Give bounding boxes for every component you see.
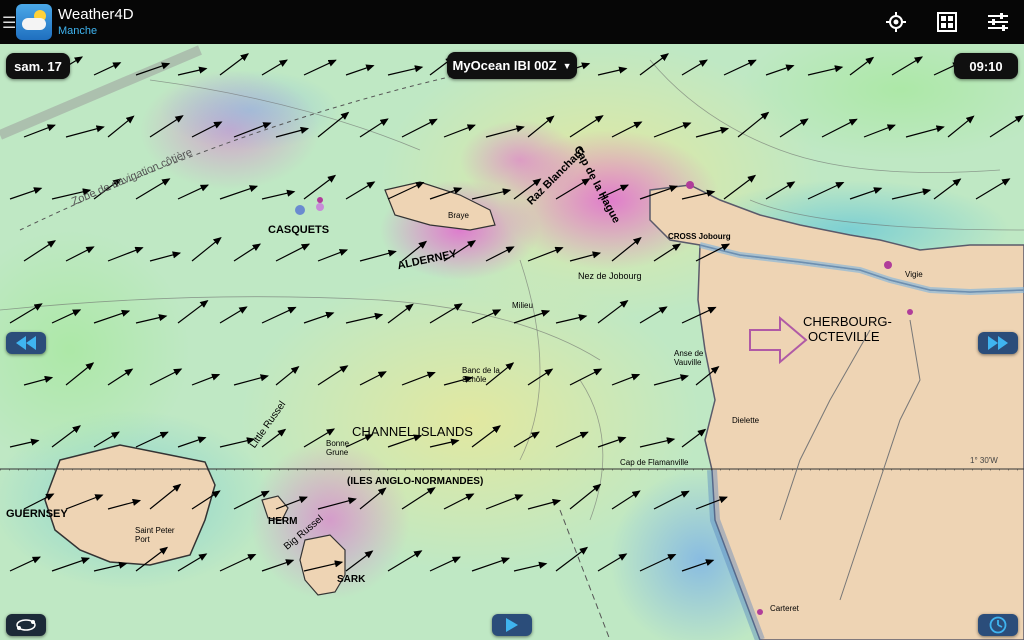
time-selector[interactable]: 09:10 xyxy=(954,53,1018,79)
date-label: sam. 17 xyxy=(14,58,62,74)
label-bonne-grune: Bonne Grune xyxy=(326,439,350,457)
fast-forward-button[interactable] xyxy=(978,332,1018,354)
settings-icon[interactable] xyxy=(986,10,1010,34)
label-iles-anglo: (ILES ANGLO-NORMANDES) xyxy=(347,476,484,487)
label-guernsey: GUERNSEY xyxy=(6,508,68,520)
app-logo[interactable] xyxy=(16,4,52,40)
label-longitude: 1° 30'W xyxy=(970,456,998,465)
rewind-button[interactable] xyxy=(6,332,46,354)
app-title: Weather4D xyxy=(58,6,134,23)
label-sark: SARK xyxy=(337,574,366,585)
time-label: 09:10 xyxy=(969,58,1003,74)
label-casquets: CASQUETS xyxy=(268,224,330,236)
label-cross-jobourg: CROSS Jobourg xyxy=(668,232,731,241)
play-button[interactable] xyxy=(492,614,532,636)
label-braye: Braye xyxy=(448,211,469,220)
label-carteret: Carteret xyxy=(770,604,799,613)
label-cherbourg-2: OCTEVILLE xyxy=(808,329,880,344)
fast-forward-icon xyxy=(988,336,1008,350)
route-icon xyxy=(16,619,36,631)
rewind-icon xyxy=(16,336,36,350)
clock-button[interactable] xyxy=(978,614,1018,636)
label-channel-islands: CHANNEL ISLANDS xyxy=(352,424,473,439)
route-button[interactable] xyxy=(6,614,46,636)
label-cap-flamanville: Cap de Flamanville xyxy=(620,458,689,467)
app-subtitle[interactable]: Manche xyxy=(58,25,97,37)
cloud-icon xyxy=(22,18,46,30)
menu-icon[interactable]: ☰ xyxy=(2,13,16,33)
label-milieu: Milieu xyxy=(512,301,533,310)
label-vigie: Vigie xyxy=(905,270,923,279)
label-dielette: Dielette xyxy=(732,416,760,425)
grid-icon[interactable] xyxy=(935,10,959,34)
chart-map[interactable]: CASQUETS ALDERNEY Braye Raz Blanchard Ca… xyxy=(0,44,1024,640)
date-selector[interactable]: sam. 17 xyxy=(6,53,70,79)
label-herm: HERM xyxy=(268,516,298,527)
locate-icon[interactable] xyxy=(884,10,908,34)
play-icon xyxy=(506,618,518,632)
label-anse-vauville: Anse de Vauville xyxy=(674,349,704,367)
clock-icon xyxy=(989,616,1007,634)
label-nez-jobourg: Nez de Jobourg xyxy=(578,271,642,281)
label-cherbourg-1: CHERBOURG- xyxy=(803,314,892,329)
model-label: MyOcean IBI 00Z xyxy=(452,58,557,73)
label-saint-peter-port: Saint Peter Port xyxy=(135,526,175,544)
model-selector[interactable]: MyOcean IBI 00Z ▼ xyxy=(447,52,577,79)
label-banc-schole: Banc de la Schôle xyxy=(462,366,500,384)
app-toolbar: ☰ Weather4D Manche xyxy=(0,0,1024,44)
chevron-down-icon: ▼ xyxy=(562,60,572,71)
